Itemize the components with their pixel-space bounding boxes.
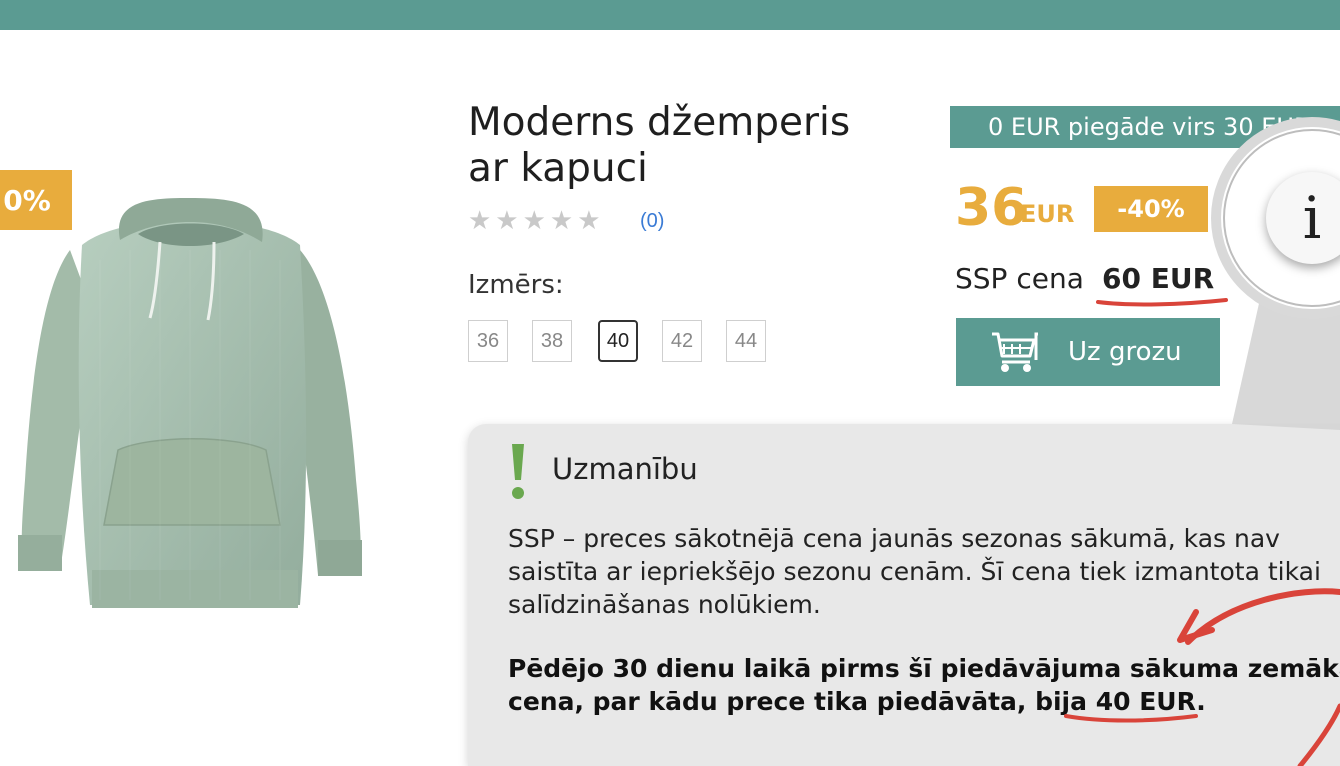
shopping-cart-icon <box>992 332 1038 372</box>
ssp-price-label: SSP cena <box>955 262 1084 295</box>
exclamation-icon <box>512 444 524 499</box>
product-title: Moderns džemperis ar kapuci <box>468 100 888 192</box>
add-to-cart-button[interactable]: Uz grozu <box>956 318 1220 386</box>
ssp-underline <box>1096 298 1228 307</box>
callout-beam <box>1232 290 1340 430</box>
price-discount-badge: -40% <box>1094 186 1208 232</box>
notice-body: SSP – preces sākotnējā cena jaunās sezon… <box>508 522 1340 621</box>
top-bar <box>0 0 1340 30</box>
info-icon[interactable]: i <box>1266 172 1340 264</box>
notice-body-line-1: SSP – preces sākotnējā cena jaunās sezon… <box>508 524 1280 553</box>
size-option-42[interactable]: 42 <box>662 320 702 362</box>
size-option-36[interactable]: 36 <box>468 320 508 362</box>
shipping-banner: 0 EUR piegāde virs 30 EUR <box>950 106 1340 148</box>
info-icon-glyph: i <box>1302 184 1322 252</box>
notice-lowest-price: Pēdējo 30 dienu laikā pirms šī piedāvāju… <box>508 652 1340 718</box>
price-discount-text: -40% <box>1117 195 1185 223</box>
size-option-44[interactable]: 44 <box>726 320 766 362</box>
ssp-price-value: 60 EUR <box>1102 262 1215 295</box>
notice-body-line-3: salīdzināšanas nolūkiem. <box>508 590 821 619</box>
notice-lowest-price-line-1: Pēdējo 30 dienu laikā pirms šī piedāvāju… <box>508 654 1340 683</box>
rating-stars[interactable]: ★★★★★ <box>468 206 605 236</box>
notice-lowest-price-line-2: cena, par kādu prece tika piedāvāta, bij… <box>508 687 1206 716</box>
price-currency: EUR <box>1020 200 1075 228</box>
product-title-line-1: Moderns džemperis <box>468 100 851 145</box>
size-option-38[interactable]: 38 <box>532 320 572 362</box>
size-option-40-selected[interactable]: 40 <box>598 320 638 362</box>
shipping-banner-text: 0 EUR piegāde virs 30 EUR <box>988 113 1311 141</box>
notice-heading: Uzmanību <box>552 452 698 486</box>
add-to-cart-label: Uz grozu <box>1068 337 1182 367</box>
size-label: Izmērs: <box>468 270 564 300</box>
notice-body-line-2: saistīta ar iepriekšējo sezonu cenām. Šī… <box>508 557 1321 586</box>
product-title-line-2: ar kapuci <box>468 146 648 191</box>
product-image[interactable] <box>0 150 400 620</box>
price-value: 36 <box>955 178 1028 238</box>
review-count-link[interactable]: (0) <box>640 210 664 233</box>
